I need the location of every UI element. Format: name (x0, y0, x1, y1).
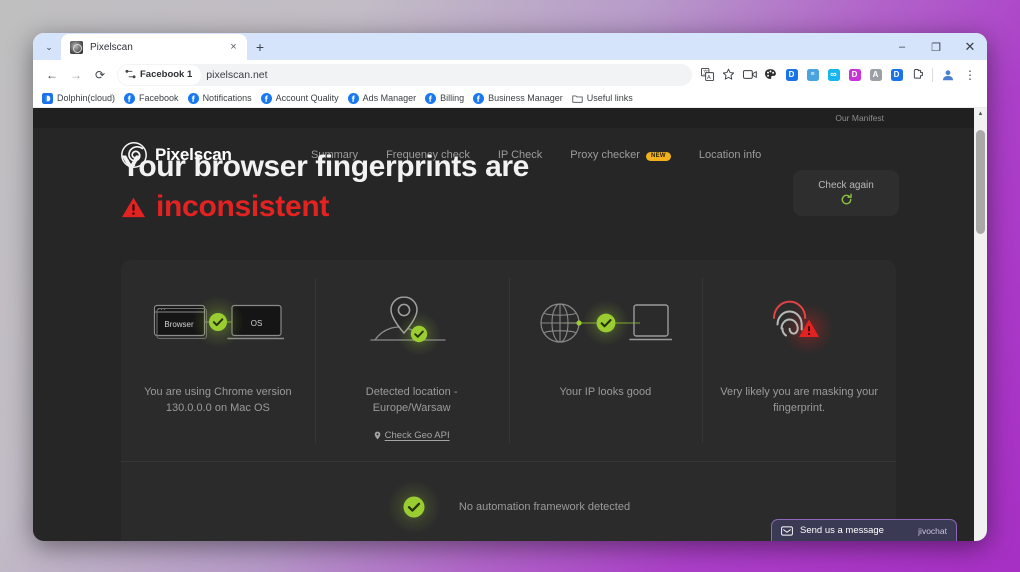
card-text: Very likely you are masking your fingerp… (716, 384, 882, 416)
profile-switch-icon (125, 69, 136, 80)
bookmark-label: Facebook (139, 93, 179, 103)
reload-icon[interactable]: ⟳ (89, 64, 111, 86)
bookmark-label: Notifications (203, 93, 252, 103)
bookmark-facebook[interactable]: Facebook (122, 89, 186, 107)
globe-laptop-art (538, 286, 672, 362)
toolbar-divider (932, 68, 933, 82)
svg-text:Browser: Browser (164, 320, 194, 329)
card-ip: Your IP looks good (509, 260, 703, 461)
bookmark-notifications[interactable]: Notifications (186, 89, 259, 107)
bookmark-label: Dolphin(cloud) (57, 93, 115, 103)
check-geo-api-link[interactable]: Check Geo API (374, 430, 450, 441)
facebook-icon (348, 93, 359, 104)
map-pin-icon (374, 431, 381, 440)
bookmark-dolphin-cloud[interactable]: Dolphin(cloud) (40, 89, 122, 107)
new-tab-button[interactable]: + (247, 34, 273, 60)
card-text: Your IP looks good (560, 384, 652, 400)
close-icon[interactable]: × (226, 40, 241, 55)
bookmark-billing[interactable]: Billing (423, 89, 471, 107)
masked-fingerprint-art (750, 286, 848, 362)
hero-status-text: inconsistent (156, 190, 329, 224)
results-panel: Browser OS You are using Chrome version … (121, 260, 896, 541)
browser-os-match-art: Browser OS (152, 286, 284, 362)
tab-search-button[interactable]: ⌄ (37, 34, 61, 60)
chat-brand: jivochat (918, 526, 947, 536)
chat-label: Send us a message (800, 525, 911, 536)
browser-window: ⌄ Pixelscan × + – ❐ ✕ ← → ⟳ Facebook 1 p (33, 33, 987, 541)
profile-chip-label: Facebook 1 (140, 69, 192, 80)
card-text: You are using Chrome version 130.0.0.0 o… (135, 384, 301, 416)
warning-triangle-icon (121, 196, 146, 219)
automation-text: No automation framework detected (459, 501, 630, 513)
bookmark-star-icon[interactable] (719, 64, 738, 86)
browser-menu-icon[interactable]: ⋮ (959, 64, 981, 86)
palette-icon[interactable] (761, 64, 780, 86)
bookmark-label: Billing (440, 93, 464, 103)
facebook-icon (188, 93, 199, 104)
close-window-icon[interactable]: ✕ (953, 33, 987, 61)
extensions-puzzle-icon[interactable] (908, 64, 927, 86)
bookmark-account-quality[interactable]: Account Quality (259, 89, 346, 107)
account-avatar-icon[interactable] (938, 64, 957, 86)
minimize-icon[interactable]: – (885, 33, 919, 61)
bookmark-label: Useful links (587, 93, 633, 103)
page-scrollbar[interactable]: ▲ (974, 108, 987, 541)
svg-text:A: A (707, 75, 711, 81)
translate-icon[interactable]: 文 A (698, 64, 717, 86)
bookmark-label: Account Quality (276, 93, 339, 103)
url-text: pixelscan.net (206, 69, 267, 81)
window-controls: – ❐ ✕ (885, 33, 987, 61)
hero-section: Your browser fingerprints are inconsiste… (33, 148, 974, 224)
maximize-icon[interactable]: ❐ (919, 33, 953, 61)
dolphin-anty-icon[interactable]: D (782, 64, 801, 86)
pixelscan-favicon (70, 41, 83, 54)
tab-strip: ⌄ Pixelscan × + – ❐ ✕ (33, 33, 987, 60)
facebook-icon (473, 93, 484, 104)
check-again-button[interactable]: Check again (793, 170, 899, 216)
refresh-icon (840, 193, 853, 206)
bookmarks-bar: Dolphin(cloud) Facebook Notifications Ac… (33, 89, 987, 108)
facebook-icon (425, 93, 436, 104)
automation-ok-icon (387, 480, 441, 534)
profile-chip[interactable]: Facebook 1 (118, 65, 201, 85)
address-bar[interactable]: Facebook 1 pixelscan.net (117, 64, 692, 86)
results-cards: Browser OS You are using Chrome version … (121, 260, 896, 462)
scrollbar-up-arrow[interactable]: ▲ (974, 108, 987, 120)
our-manifest-link[interactable]: Our Manifest (835, 113, 884, 123)
dolphin-blue-icon[interactable]: D (887, 64, 906, 86)
multilogin-icon[interactable]: ≡ (803, 64, 822, 86)
chat-widget[interactable]: Send us a message jivochat (771, 519, 957, 541)
infinity-proxy-icon[interactable]: ∞ (824, 64, 843, 86)
site-topbar: Our Manifest (33, 108, 974, 128)
bookmark-business-manager[interactable]: Business Manager (471, 89, 570, 107)
forward-icon[interactable]: → (65, 64, 87, 86)
scrollbar-thumb[interactable] (976, 130, 985, 234)
facebook-icon (261, 93, 272, 104)
card-text: Detected location - Europe/Warsaw (329, 384, 495, 416)
browser-toolbar: ← → ⟳ Facebook 1 pixelscan.net 文 A (33, 60, 987, 89)
card-location: Detected location - Europe/Warsaw Check … (315, 260, 509, 461)
chat-envelope-icon (781, 526, 793, 536)
screen-recorder-icon[interactable] (740, 64, 759, 86)
check-geo-api-label: Check Geo API (385, 430, 450, 441)
card-browser-os: Browser OS You are using Chrome version … (121, 260, 315, 461)
bookmark-ads-manager[interactable]: Ads Manager (346, 89, 424, 107)
facebook-icon (124, 93, 135, 104)
svg-text:OS: OS (251, 319, 263, 328)
dolphin-cloud-icon[interactable]: D (845, 64, 864, 86)
pixelscan-page: Our Manifest Pixelscan Summary Frequency… (33, 108, 974, 541)
bookmark-useful-links-folder[interactable]: Useful links (570, 89, 640, 107)
bookmark-label: Ads Manager (363, 93, 417, 103)
location-pin-art (357, 286, 467, 362)
dolphin-bookmark-icon (42, 93, 53, 104)
tab-title: Pixelscan (90, 42, 219, 53)
card-fingerprint: Very likely you are masking your fingerp… (702, 260, 896, 461)
folder-icon (572, 93, 583, 104)
check-again-label: Check again (818, 180, 874, 191)
page-viewport: Our Manifest Pixelscan Summary Frequency… (33, 108, 987, 541)
bookmark-label: Business Manager (488, 93, 563, 103)
adblock-icon[interactable]: A (866, 64, 885, 86)
back-icon[interactable]: ← (41, 64, 63, 86)
browser-tab[interactable]: Pixelscan × (61, 34, 247, 60)
